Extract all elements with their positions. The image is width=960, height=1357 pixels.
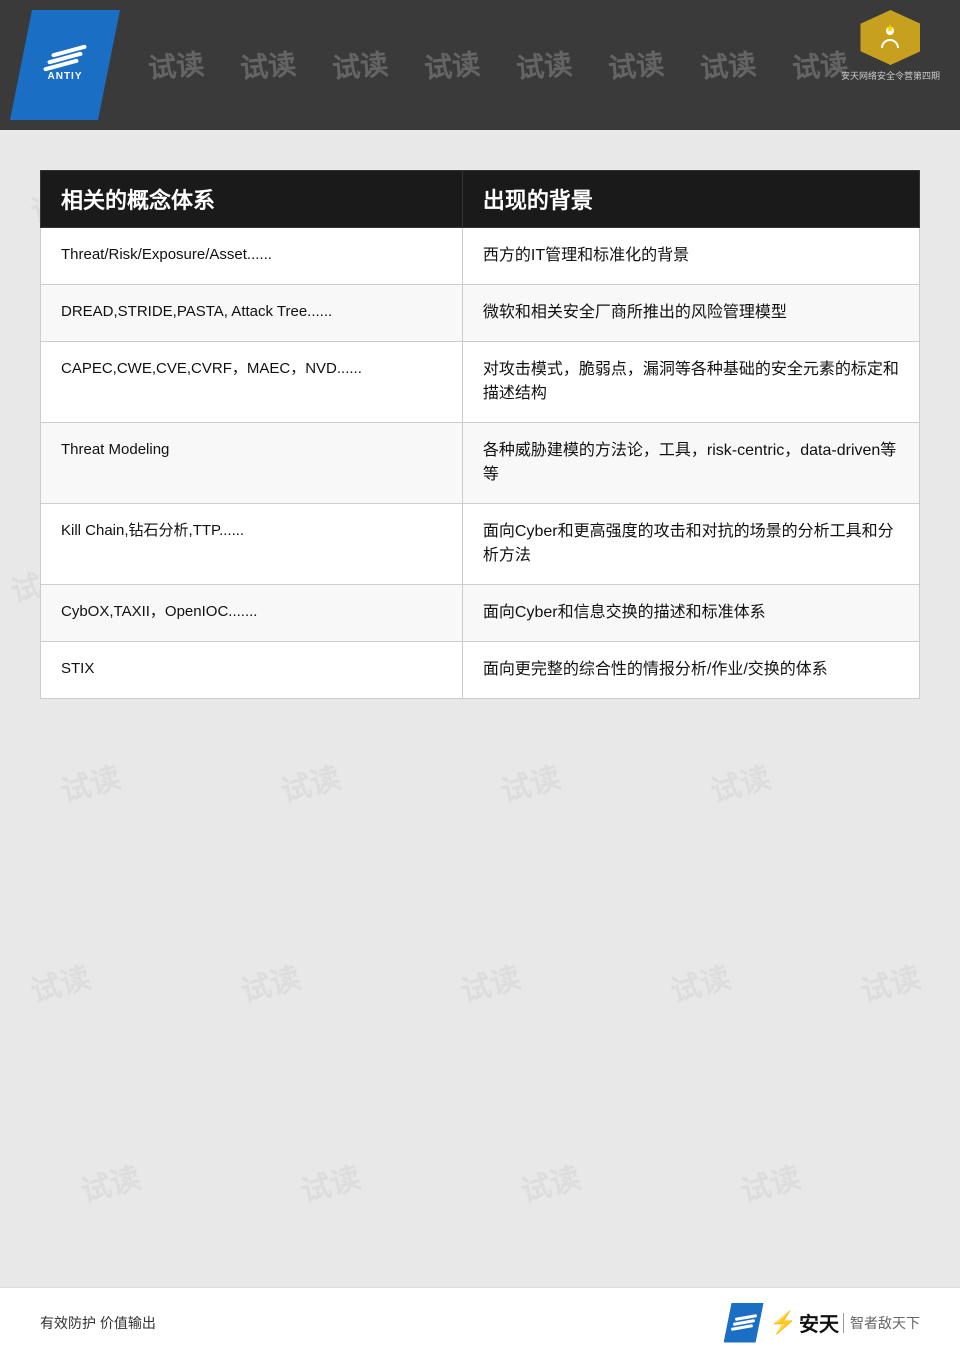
header-watermarks: 试读 试读 试读 试读 试读 试读 试读 试读 bbox=[0, 0, 960, 130]
footer-logo-icon bbox=[724, 1303, 764, 1343]
table-cell-left: DREAD,STRIDE,PASTA, Attack Tree...... bbox=[41, 285, 463, 342]
bg-watermark: 试读 bbox=[735, 1153, 804, 1211]
bg-watermark: 试读 bbox=[855, 953, 924, 1011]
header-badge-icon bbox=[860, 10, 920, 65]
table-row: STIX面向更完整的综合性的情报分析/作业/交换的体系 bbox=[41, 642, 920, 699]
bg-watermark: 试读 bbox=[75, 1153, 144, 1211]
bg-watermark: 试读 bbox=[295, 1153, 364, 1211]
header-right-subtitle: 安天网络安全令营第四期 bbox=[841, 69, 940, 82]
bg-watermark: 试读 bbox=[665, 953, 734, 1011]
table-row: CAPEC,CWE,CVE,CVRF，MAEC，NVD......对攻击模式，脆… bbox=[41, 342, 920, 423]
table-row: DREAD,STRIDE,PASTA, Attack Tree......微软和… bbox=[41, 285, 920, 342]
logo-text: ANTIY bbox=[48, 71, 83, 82]
bg-watermark: 试读 bbox=[455, 953, 524, 1011]
main-content: 相关的概念体系 出现的背景 Threat/Risk/Exposure/Asset… bbox=[0, 130, 960, 799]
header-watermark: 试读 bbox=[589, 41, 684, 89]
table-row: Threat/Risk/Exposure/Asset......西方的IT管理和… bbox=[41, 228, 920, 285]
header-watermark: 试读 bbox=[496, 41, 591, 89]
header-right-logo: 安天网络安全令营第四期 bbox=[841, 10, 940, 82]
table-cell-right: 西方的IT管理和标准化的背景 bbox=[462, 228, 919, 285]
bg-watermark: 试读 bbox=[515, 1153, 584, 1211]
header-watermark: 试读 bbox=[128, 41, 223, 89]
table-cell-left: STIX bbox=[41, 642, 463, 699]
table-row: CybOX,TAXII，OpenIOC.......面向Cyber和信息交换的描… bbox=[41, 585, 920, 642]
table-cell-left: Kill Chain,钻石分析,TTP...... bbox=[41, 504, 463, 585]
table-cell-right: 对攻击模式，脆弱点，漏洞等各种基础的安全元素的标定和描述结构 bbox=[462, 342, 919, 423]
header-watermark: 试读 bbox=[681, 41, 776, 89]
table-cell-right: 面向Cyber和更高强度的攻击和对抗的场景的分析工具和分析方法 bbox=[462, 504, 919, 585]
footer: 有效防护 价值输出 ⚡ 安天 智者敌天下 bbox=[0, 1287, 960, 1357]
concept-table: 相关的概念体系 出现的背景 Threat/Risk/Exposure/Asset… bbox=[40, 170, 920, 699]
footer-right: ⚡ 安天 智者敌天下 bbox=[724, 1303, 920, 1343]
table-header-left: 相关的概念体系 bbox=[41, 171, 463, 228]
table-cell-left: Threat Modeling bbox=[41, 423, 463, 504]
bg-watermark: 试读 bbox=[25, 953, 94, 1011]
table-cell-right: 微软和相关安全厂商所推出的风险管理模型 bbox=[462, 285, 919, 342]
page-wrapper: 试读 试读 试读 试读 试读 试读 试读 试读 试读 试读 试读 试读 试读 试… bbox=[0, 0, 960, 1357]
table-row: Kill Chain,钻石分析,TTP......面向Cyber和更高强度的攻击… bbox=[41, 504, 920, 585]
table-cell-left: CAPEC,CWE,CVE,CVRF，MAEC，NVD...... bbox=[41, 342, 463, 423]
table-cell-left: CybOX,TAXII，OpenIOC....... bbox=[41, 585, 463, 642]
table-cell-left: Threat/Risk/Exposure/Asset...... bbox=[41, 228, 463, 285]
footer-brand: ⚡ 安天 智者敌天下 bbox=[770, 1308, 920, 1337]
bg-watermark: 试读 bbox=[235, 953, 304, 1011]
header-watermark: 试读 bbox=[220, 41, 315, 89]
header-watermark: 试读 bbox=[312, 41, 407, 89]
footer-brand-text: 安天 bbox=[799, 1308, 839, 1337]
table-header-right: 出现的背景 bbox=[462, 171, 919, 228]
footer-left-text: 有效防护 价值输出 bbox=[40, 1313, 156, 1333]
table-row: Threat Modeling各种威胁建模的方法论，工具，risk-centri… bbox=[41, 423, 920, 504]
table-cell-right: 面向Cyber和信息交换的描述和标准体系 bbox=[462, 585, 919, 642]
table-cell-right: 各种威胁建模的方法论，工具，risk-centric，data-driven等等 bbox=[462, 423, 919, 504]
header-watermark: 试读 bbox=[404, 41, 499, 89]
table-cell-right: 面向更完整的综合性的情报分析/作业/交换的体系 bbox=[462, 642, 919, 699]
header: 试读 试读 试读 试读 试读 试读 试读 试读 ANTIY bbox=[0, 0, 960, 130]
footer-brand-sub: 智者敌天下 bbox=[843, 1313, 920, 1333]
